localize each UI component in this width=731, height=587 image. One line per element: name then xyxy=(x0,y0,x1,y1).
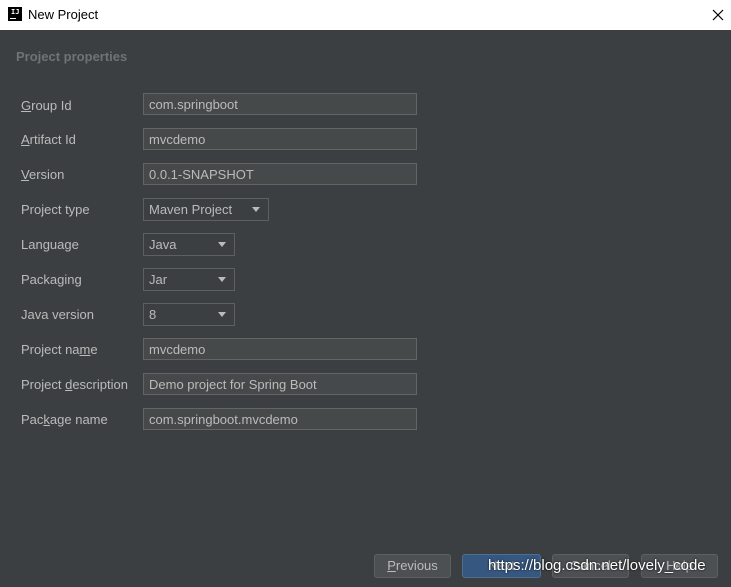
close-icon[interactable] xyxy=(708,5,728,25)
packaging-value: Jar xyxy=(149,272,168,287)
previous-button[interactable]: Previous xyxy=(374,554,451,578)
java-version-value: 8 xyxy=(149,307,157,322)
language-label: Language xyxy=(21,237,79,252)
version-input[interactable] xyxy=(143,163,417,185)
java-version-label: Java version xyxy=(21,307,94,322)
chevron-down-icon xyxy=(218,312,226,317)
watermark-text: https://blog.csdn.net/lovely_code xyxy=(488,557,706,574)
project-name-input[interactable] xyxy=(143,338,417,360)
intellij-idea-icon: IJ xyxy=(8,7,22,21)
project-type-value: Maven Project xyxy=(149,202,233,217)
packaging-select[interactable]: Jar xyxy=(143,268,235,291)
chevron-down-icon xyxy=(218,242,226,247)
artifact-id-label: Artifact Id xyxy=(21,132,76,147)
project-description-input[interactable] xyxy=(143,373,417,395)
project-type-label: Project type xyxy=(21,202,90,217)
project-type-select[interactable]: Maven Project xyxy=(143,198,269,221)
window-title: New Project xyxy=(28,7,99,22)
chevron-down-icon xyxy=(218,277,226,282)
artifact-id-input[interactable] xyxy=(143,128,417,150)
group-id-label: Group Id xyxy=(21,98,72,113)
chevron-down-icon xyxy=(252,207,260,212)
language-select[interactable]: Java xyxy=(143,233,235,256)
package-name-input[interactable] xyxy=(143,408,417,430)
language-value: Java xyxy=(149,237,177,252)
version-label: Version xyxy=(21,167,65,182)
title-bar: IJ New Project xyxy=(0,0,731,30)
group-id-input[interactable] xyxy=(143,93,417,115)
java-version-select[interactable]: 8 xyxy=(143,303,235,326)
package-name-label: Package name xyxy=(21,412,108,427)
project-name-label: Project name xyxy=(21,342,98,357)
project-description-label: Project description xyxy=(21,377,128,392)
section-title: Project properties xyxy=(16,49,128,64)
packaging-label: Packaging xyxy=(21,272,82,287)
